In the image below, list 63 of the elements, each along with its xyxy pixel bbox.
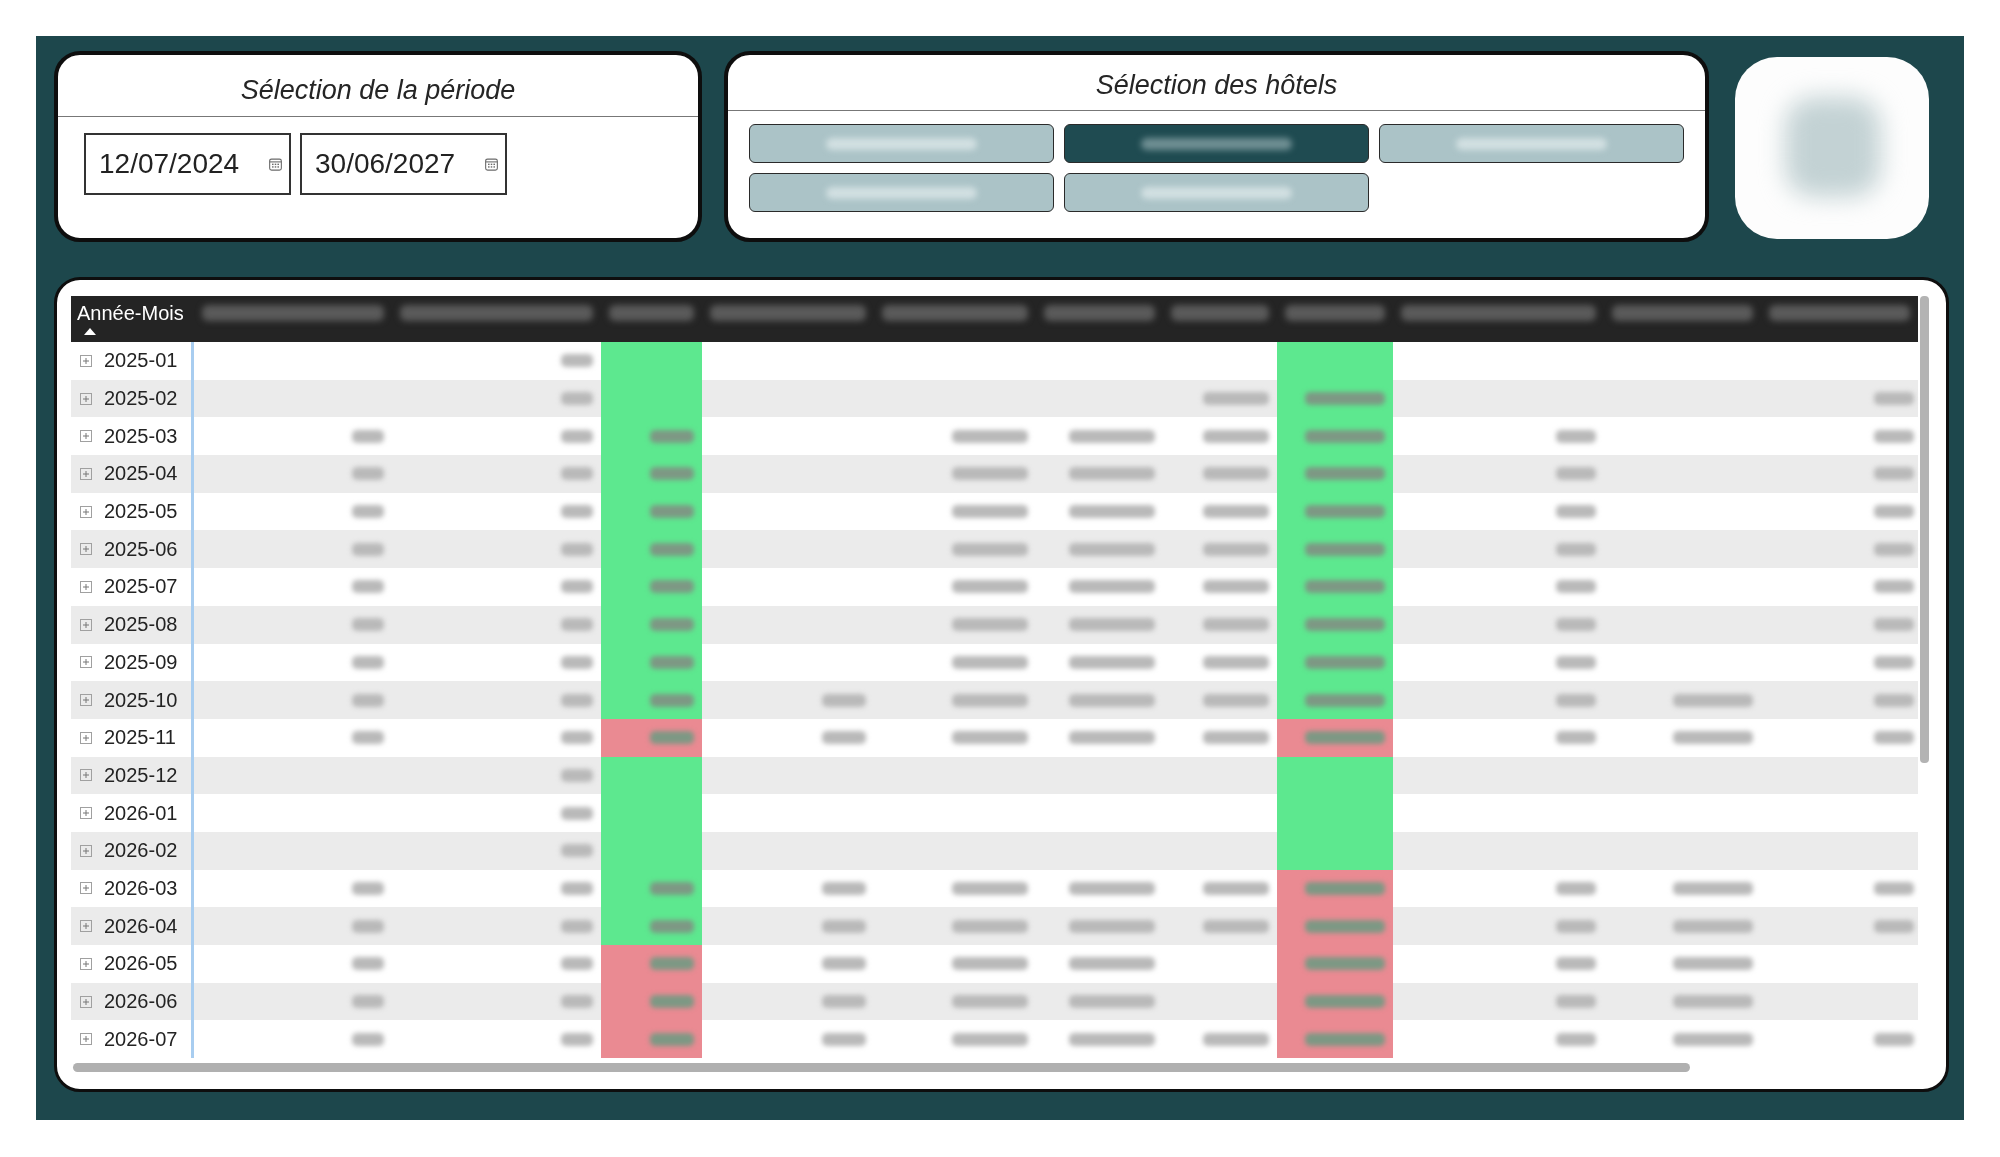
panel-title: Sélection de la période <box>239 74 517 107</box>
panel-title: Sélection des hôtels <box>1094 69 1339 102</box>
row-label: 2025-09 <box>104 650 178 674</box>
expand-icon[interactable] <box>80 920 92 933</box>
sort-ascending-icon[interactable] <box>84 328 96 335</box>
row-label: 2025-06 <box>104 537 178 561</box>
row-label: 2025-01 <box>104 349 178 373</box>
expand-icon[interactable] <box>80 882 92 895</box>
hotel-button[interactable] <box>749 173 1054 212</box>
row-label: 2026-06 <box>104 990 178 1014</box>
expand-icon[interactable] <box>80 844 92 857</box>
row-label: 2025-04 <box>104 462 178 486</box>
blurred-header[interactable] <box>1171 305 1269 321</box>
expand-icon[interactable] <box>80 656 92 669</box>
blurred-header[interactable] <box>1044 305 1155 321</box>
row-label: 2026-02 <box>104 839 178 863</box>
row-label: 2025-12 <box>104 763 178 787</box>
expand-icon[interactable] <box>80 731 92 744</box>
calendar-icon[interactable] <box>485 158 498 171</box>
row-label: 2026-07 <box>104 1027 178 1051</box>
row-label: 2026-05 <box>104 952 178 976</box>
expand-icon[interactable] <box>80 1033 92 1046</box>
row-label: 2025-11 <box>104 726 176 750</box>
row-label: 2025-08 <box>104 613 178 637</box>
expand-icon[interactable] <box>80 543 92 556</box>
blurred-header[interactable] <box>400 305 593 321</box>
expand-icon[interactable] <box>80 769 92 782</box>
blurred-header[interactable] <box>1401 305 1596 321</box>
column-header[interactable]: Année-Mois <box>77 301 184 325</box>
hotel-button[interactable] <box>1379 124 1684 163</box>
expand-icon[interactable] <box>80 505 92 518</box>
expand-icon[interactable] <box>80 618 92 631</box>
row-label: 2025-07 <box>104 575 178 599</box>
expand-icon[interactable] <box>80 467 92 480</box>
row-label: 2026-03 <box>104 876 178 900</box>
blurred-header[interactable] <box>1285 305 1385 321</box>
expand-icon[interactable] <box>80 957 92 970</box>
blurred-header[interactable] <box>882 305 1028 321</box>
blurred-header[interactable] <box>609 305 694 321</box>
calendar-icon[interactable] <box>269 158 282 171</box>
row-label: 2025-02 <box>104 387 178 411</box>
row-label: 2026-01 <box>104 801 178 825</box>
expand-icon[interactable] <box>80 807 92 820</box>
blurred-header[interactable] <box>710 305 866 321</box>
expand-icon[interactable] <box>80 995 92 1008</box>
date-field[interactable]: 30/06/2027 <box>300 133 507 195</box>
blurred-header[interactable] <box>1612 305 1753 321</box>
row-label: 2025-10 <box>104 688 178 712</box>
vertical-scrollbar[interactable] <box>1920 296 1929 763</box>
blurred-header[interactable] <box>1769 305 1910 321</box>
hotel-button[interactable] <box>749 124 1054 163</box>
expand-icon[interactable] <box>80 354 92 367</box>
blurred-header[interactable] <box>202 305 384 321</box>
row-label: 2026-04 <box>104 914 178 938</box>
expand-icon[interactable] <box>80 430 92 443</box>
expand-icon[interactable] <box>80 580 92 593</box>
row-label: 2025-03 <box>104 424 178 448</box>
hotel-button[interactable] <box>1064 173 1369 212</box>
horizontal-scrollbar[interactable] <box>73 1063 1690 1073</box>
expand-icon[interactable] <box>80 694 92 707</box>
expand-icon[interactable] <box>80 392 92 405</box>
date-field[interactable]: 12/07/2024 <box>84 133 291 195</box>
row-label: 2025-05 <box>104 500 178 524</box>
